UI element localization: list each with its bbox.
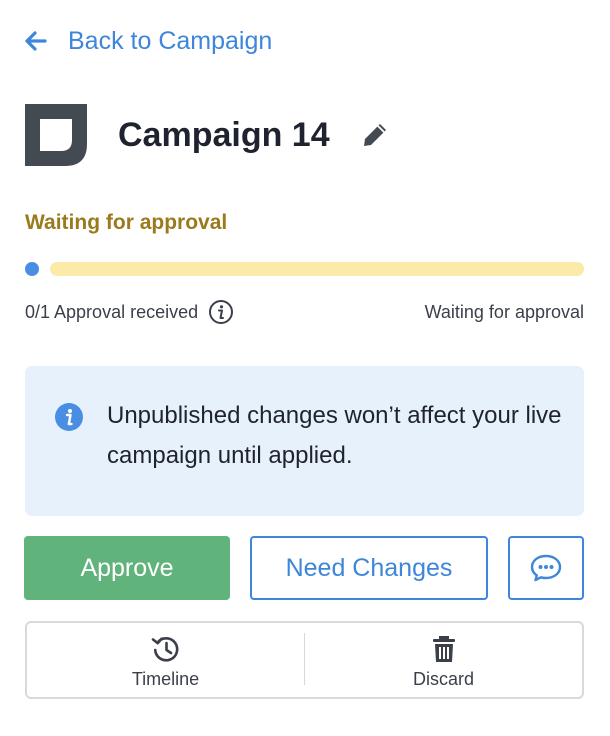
timeline-label: Timeline [131, 669, 200, 689]
campaign-logo-icon [25, 104, 87, 166]
info-icon [55, 403, 83, 431]
progress-start-dot [25, 262, 39, 276]
pencil-icon [363, 124, 386, 146]
approval-count: 0/1 Approval received [25, 301, 199, 322]
approve-button[interactable]: Approve [24, 536, 230, 600]
info-outline-icon[interactable] [208, 299, 234, 325]
approval-state: Waiting for approval [424, 301, 584, 322]
need-changes-button[interactable]: Need Changes [250, 536, 488, 600]
bottom-action-bar: Timeline Discard [25, 621, 584, 699]
arrow-left-icon [25, 31, 47, 51]
notice-text: Unpublished changes won’t affect your li… [107, 402, 562, 469]
approval-count-group: 0/1 Approval received [25, 299, 234, 325]
trash-icon [432, 636, 455, 662]
approval-row: 0/1 Approval received Waiting for approv… [25, 298, 584, 326]
back-to-campaign-link[interactable]: Back to Campaign [24, 24, 272, 58]
info-notice: Unpublished changes won’t affect your li… [25, 366, 584, 516]
discard-label: Discard [412, 669, 474, 689]
discard-button[interactable]: Discard [305, 623, 582, 697]
campaign-header: Campaign 14 [25, 104, 390, 166]
edit-title-button[interactable] [360, 120, 390, 150]
comment-button[interactable] [508, 536, 584, 600]
progress-track [50, 262, 584, 276]
page-title: Campaign 14 [118, 115, 330, 154]
approval-progress [25, 261, 584, 277]
timeline-button[interactable]: Timeline [27, 623, 304, 697]
comment-icon [530, 554, 562, 582]
back-link-label: Back to Campaign [68, 26, 273, 55]
history-icon [151, 636, 178, 662]
status-heading: Waiting for approval [25, 211, 228, 234]
